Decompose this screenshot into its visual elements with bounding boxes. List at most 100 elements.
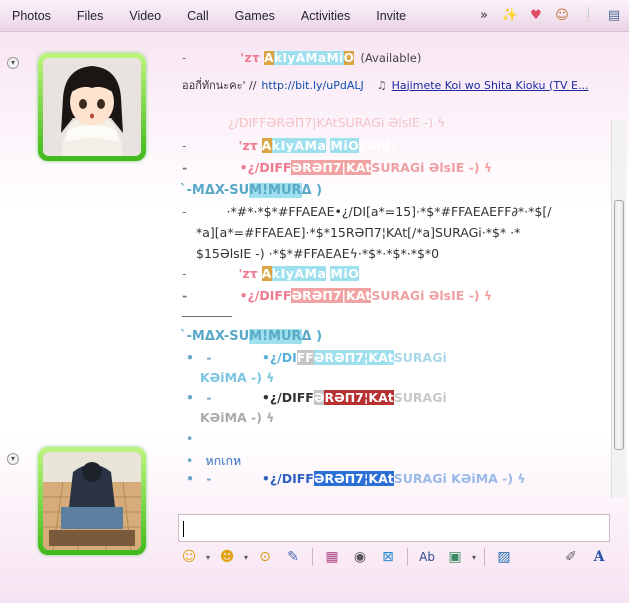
conversation-history: ¿/DIFFƏRƏΠ7|KAtSURAGi ƏlsIE -) ϟ - 'ᴢτ A…: [178, 118, 608, 496]
music-note-icon: ♫: [376, 78, 387, 92]
game-icon[interactable]: ⊠: [377, 547, 399, 567]
message-text: $15ƏlsIE -) ·*$*#FFAEAEϟ·*$*·*$*·*$*0: [196, 246, 440, 261]
psm-link[interactable]: http://bit.ly/uPdALJ: [261, 79, 363, 92]
list-item: • - •¿/DIFFƏRƏΠ7¦KAtSURAGi: [186, 390, 447, 405]
message-text: KƏiMA -) ϟ: [200, 370, 275, 385]
message-part: SURAGi: [393, 390, 447, 405]
sender-part: Δ ): [301, 183, 323, 198]
message-header: - 'ᴢτ AkIyAMa MiOsaid:: [182, 138, 396, 153]
contact-nick-a: A: [264, 51, 274, 65]
message-part: •¿/DIFF: [261, 471, 314, 486]
contact-avatar-image: [43, 58, 141, 156]
menu-games[interactable]: Games: [235, 9, 275, 23]
contact-nick-o: O: [343, 51, 355, 65]
wink-icon[interactable]: ☻: [216, 547, 238, 567]
text-caret: [183, 521, 184, 537]
collapse-self-icon[interactable]: ▾: [7, 453, 19, 465]
message-text: ·*#*·*$*#FFAEAE•¿/DI[a*=15]·*$*#FFAEAEFF…: [226, 204, 552, 219]
list-item: •: [186, 431, 193, 446]
sender-part: `-MΔX-SU: [180, 183, 250, 198]
heart-icon[interactable]: ♥: [527, 6, 545, 24]
now-playing-link[interactable]: Hajimete Koi wo Shita Kioku (TV E...: [392, 79, 589, 92]
contact-header: - 'ᴢτ A kIyAMa Mi O (Available): [182, 51, 421, 65]
dash: -: [182, 266, 187, 281]
menu-invite[interactable]: Invite: [376, 9, 406, 23]
menu-video[interactable]: Video: [129, 9, 161, 23]
dash: -: [206, 390, 212, 405]
message-line: - ·*#*·*$*#FFAEAE•¿/DI[a*=15]·*$*#FFAEAE…: [182, 204, 551, 219]
message-text: ¿/DIFFƏRƏΠ7|KAtSURAGi ƏlsIE -) ϟ: [228, 118, 446, 130]
message-part: •¿/DIFF: [261, 390, 314, 405]
message-line: $15ƏlsIE -) ·*$*#FFAEAEϟ·*$*·*$*·*$*0: [196, 246, 439, 261]
menu-photos[interactable]: Photos: [12, 9, 51, 23]
sound-icon[interactable]: ◉: [349, 547, 371, 567]
message-part: FF: [296, 350, 314, 365]
nick-part: 'ᴢτ: [238, 138, 258, 153]
handwriting-icon[interactable]: ✐: [560, 547, 582, 567]
separator-rule: ________: [182, 302, 232, 317]
message-line: KƏiMA -) ϟ: [200, 370, 275, 385]
message-text: KƏiMA -) ϟ: [200, 410, 275, 425]
contact-avatar[interactable]: [38, 53, 146, 161]
message-part: SURAGi ƏlsIE -) ϟ: [371, 288, 493, 303]
psm-text: ออกี่ทักนะคะ' //: [182, 79, 257, 92]
sender-name: `-MΔX-SUM!MURΔ ): [180, 182, 322, 198]
message-line: - •¿/DIFFƏRƏΠ7|KAtSURAGi ƏlsIE -) ϟ: [182, 160, 492, 175]
emoticon-dropdown-icon[interactable]: ▾: [206, 553, 210, 562]
menu-call[interactable]: Call: [187, 9, 209, 23]
personal-message: ออกี่ทักนะคะ' // http://bit.ly/uPdALJ ♫ …: [182, 76, 589, 94]
voice-clip-icon[interactable]: ✎: [282, 547, 304, 567]
window-menu-icon[interactable]: ▤: [605, 6, 623, 24]
menu-files[interactable]: Files: [77, 9, 103, 23]
dash: -: [206, 471, 212, 486]
self-avatar[interactable]: [38, 447, 146, 555]
dash: -: [182, 204, 187, 219]
scrollbar-thumb[interactable]: [614, 200, 624, 450]
contact-nick-prefix: 'ᴢτ: [240, 51, 261, 65]
contact-nick-m: Mi: [326, 51, 344, 65]
emoticon-icon[interactable]: ☺: [178, 547, 200, 567]
message-part: ƏRƏΠ7|KAt: [291, 288, 372, 303]
message-part: Ə: [313, 390, 325, 405]
wink-dropdown-icon[interactable]: ▾: [244, 553, 248, 562]
nick-part: A: [261, 266, 272, 281]
toolbar-divider: [484, 548, 486, 566]
background-dropdown-icon[interactable]: ▾: [472, 553, 476, 562]
dash: -: [206, 350, 212, 365]
more-arrow-icon[interactable]: »: [475, 6, 493, 24]
bullet-icon: •: [186, 390, 194, 405]
message-input[interactable]: [178, 514, 610, 542]
collapse-contact-icon[interactable]: ▾: [7, 57, 19, 69]
background-icon[interactable]: ▣: [444, 547, 466, 567]
smiley-icon[interactable]: ☺: [553, 6, 571, 24]
message-line: - •¿/DIFFƏRƏΠ7|KAtSURAGi ƏlsIE -) ϟ: [182, 288, 492, 303]
text-format-icon[interactable]: A: [588, 547, 610, 567]
nick-part: kIyAMa: [271, 266, 327, 281]
message-header: - 'ᴢτ AkIyAMa MiO: [182, 266, 360, 281]
message-part: SURAGi KƏiMA -) ϟ: [393, 471, 526, 486]
font-icon[interactable]: Ab: [416, 547, 438, 567]
sender-part: `-MΔX-SU: [180, 329, 250, 344]
contact-nick-k: kIyAMa: [273, 51, 327, 65]
message-part: SURAGi: [393, 350, 447, 365]
toolbar-divider: [407, 548, 409, 566]
grid-icon[interactable]: ▦: [321, 547, 343, 567]
bullet-icon: •: [186, 471, 194, 486]
list-item: • หกเกห: [186, 451, 241, 471]
message-part: •¿/DIFF: [239, 160, 292, 175]
nudge-icon[interactable]: ⊙: [254, 547, 276, 567]
menu-activities[interactable]: Activities: [301, 9, 350, 23]
contact-status: (Available): [360, 51, 422, 65]
bullet-icon: •: [186, 350, 194, 365]
sender-name: `-MΔX-SUM!MURΔ ): [180, 328, 322, 344]
message-text: หกเกห: [205, 453, 242, 468]
message-part: ƏRƏΠ7¦KAt: [313, 471, 394, 486]
history-scrollbar[interactable]: [611, 120, 626, 498]
toolbar-icons: » ✨ ♥ ☺ ❕ ▤: [475, 6, 623, 24]
exclamation-icon[interactable]: ❕: [579, 6, 597, 24]
contact-dash: -: [182, 51, 187, 65]
sender-part: Δ ): [301, 329, 323, 344]
attach-icon[interactable]: ▨: [493, 547, 515, 567]
wand-icon[interactable]: ✨: [501, 6, 519, 24]
sender-part: M!MUR: [249, 183, 302, 198]
